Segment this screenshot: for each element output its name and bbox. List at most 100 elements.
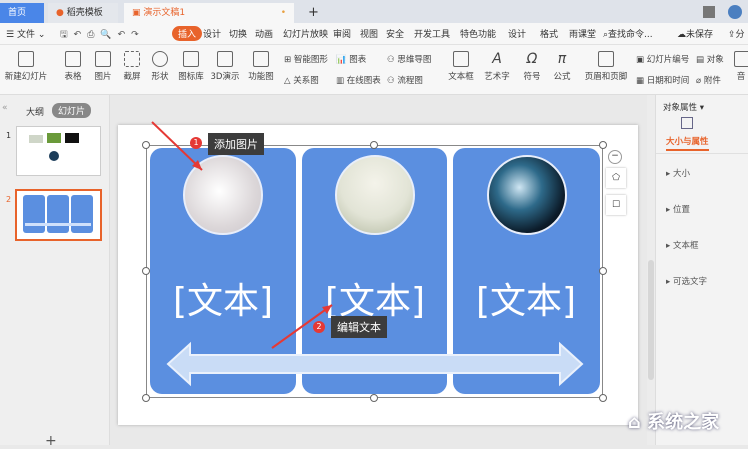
unsaved-button[interactable]: ☁未保存: [677, 27, 713, 40]
slide-thumbnail-2[interactable]: [15, 189, 102, 241]
menu-devtools[interactable]: 开发工具: [414, 27, 450, 40]
table-icon: [65, 51, 81, 67]
section-size[interactable]: ▸ 大小: [666, 167, 690, 179]
thumb-arrow: [25, 223, 91, 226]
scrollbar-thumb[interactable]: [648, 260, 654, 380]
omega-icon: Ω: [526, 51, 538, 67]
unsaved-dot-icon: •: [280, 8, 286, 18]
symbol-button[interactable]: Ω 符号: [518, 51, 546, 82]
new-tab-button[interactable]: +: [300, 3, 319, 23]
shape-style-icon[interactable]: ⬠: [606, 168, 626, 188]
callout-badge-1: 1: [190, 137, 202, 149]
datetime-label: 日期和时间: [646, 76, 690, 86]
screenshot-button[interactable]: 截屏: [119, 51, 145, 82]
wordart-button[interactable]: A 艺术字: [480, 51, 514, 82]
shape-button[interactable]: 形状: [147, 51, 173, 82]
attachment-button[interactable]: ⌀ 附件: [696, 74, 721, 86]
resize-handle[interactable]: [370, 394, 378, 402]
share-button[interactable]: ⇪分: [728, 27, 745, 40]
chart-button[interactable]: 📊 图表: [336, 53, 366, 65]
section-textbox[interactable]: ▸ 文本框: [666, 239, 698, 251]
tab-slides[interactable]: 幻灯片: [52, 103, 92, 118]
table-button[interactable]: 表格: [60, 51, 86, 82]
3d-label: 3D演示: [210, 72, 240, 82]
function-chart-label: 功能图: [248, 72, 274, 82]
share-label: 分: [735, 30, 745, 40]
smart-art-label: 智能图形: [293, 55, 328, 65]
search-command[interactable]: ⌕查找命令...: [603, 27, 653, 40]
function-chart-button[interactable]: 功能图: [244, 51, 278, 82]
new-slide-label: 新建幻灯片: [4, 72, 48, 82]
window-icon[interactable]: [703, 6, 715, 18]
tab-doc-label: 演示文稿1: [143, 8, 186, 18]
menu-slideshow[interactable]: 幻灯片放映: [283, 27, 328, 40]
section-alt-text-label: 可选文字: [672, 277, 707, 287]
menu-transition[interactable]: 切换: [229, 27, 247, 40]
menu-rain-class[interactable]: 雨课堂: [569, 27, 596, 40]
tab-home[interactable]: 首页: [0, 3, 44, 23]
callout-badge-2: 2: [313, 321, 325, 333]
formula-button[interactable]: π 公式: [548, 51, 576, 82]
new-slide-button[interactable]: 新建幻灯片: [2, 51, 50, 82]
function-chart-icon: [253, 51, 269, 67]
menu-format[interactable]: 格式: [540, 27, 558, 40]
menu-review[interactable]: 审阅: [333, 27, 351, 40]
template-icon: ●: [56, 8, 67, 18]
watermark-logo: ⌂ 系统之家: [628, 412, 720, 433]
resize-handle[interactable]: [599, 267, 607, 275]
icon-library-button[interactable]: 图标库: [176, 51, 206, 82]
tab-outline[interactable]: 大纲: [26, 105, 44, 118]
object-button[interactable]: ▤ 对象: [696, 53, 724, 65]
menu-view[interactable]: 视图: [360, 27, 378, 40]
resize-handle[interactable]: [599, 141, 607, 149]
audio-button[interactable]: 音: [734, 51, 748, 82]
menu-design[interactable]: 设计: [203, 27, 221, 40]
relation-button[interactable]: △ 关系图: [284, 74, 319, 86]
slide-number-label: 幻灯片编号: [646, 55, 690, 65]
tab-size-properties[interactable]: 大小与属性: [666, 135, 709, 151]
tab-document[interactable]: ▣ 演示文稿1 •: [124, 3, 294, 23]
file-menu[interactable]: ☰ 文件 ⌄: [6, 27, 45, 40]
collapse-icon[interactable]: «: [2, 103, 8, 113]
3d-button[interactable]: 3D演示: [208, 51, 242, 82]
ppt-icon: ▣: [132, 8, 144, 18]
section-position[interactable]: ▸ 位置: [666, 203, 690, 215]
scissors-icon: [124, 51, 140, 67]
slide-number-1: 1: [6, 131, 12, 140]
slide-panel: « 大纲 幻灯片 1 2 +: [0, 95, 110, 449]
section-alt-text[interactable]: ▸ 可选文字: [666, 275, 707, 287]
quick-access-icons[interactable]: 🖫↶⎙🔍↶↷: [60, 27, 145, 43]
section-position-label: 位置: [672, 205, 690, 215]
add-slide-icon[interactable]: +: [45, 433, 57, 449]
object-properties-title[interactable]: 对象属性 ▾: [663, 101, 704, 113]
avatar[interactable]: [728, 5, 742, 19]
tab-bar: 首页 ● 稻壳模板 ▣ 演示文稿1 • +: [0, 0, 748, 23]
datetime-button[interactable]: ▦ 日期和时间: [636, 74, 689, 86]
menu-animation[interactable]: 动画: [255, 27, 273, 40]
flowchart-button[interactable]: ⚇ 流程图: [387, 74, 423, 86]
tab-template[interactable]: ● 稻壳模板: [48, 3, 118, 23]
mindmap-label: 思维导图: [397, 55, 432, 65]
tab-template-label: 稻壳模板: [66, 8, 103, 18]
minus-icon[interactable]: −: [608, 150, 622, 164]
smart-art-button[interactable]: ⊞ 智能图形: [284, 53, 328, 65]
menu-features[interactable]: 特色功能: [460, 27, 496, 40]
mindmap-button[interactable]: ⚇ 思维导图: [387, 53, 431, 65]
resize-handle[interactable]: [142, 394, 150, 402]
menu-security[interactable]: 安全: [386, 27, 404, 40]
slide-thumbnail-1[interactable]: [16, 126, 101, 176]
fill-icon[interactable]: ☐: [606, 195, 626, 215]
online-chart-button[interactable]: ▥ 在线图表: [336, 74, 381, 86]
header-footer-button[interactable]: 页眉和页脚: [584, 51, 628, 82]
screenshot-label: 截屏: [123, 72, 141, 82]
section-size-label: 大小: [672, 169, 690, 179]
table-label: 表格: [64, 72, 82, 82]
textbox-button[interactable]: 文本框: [444, 51, 478, 82]
slide-number-button[interactable]: ▣ 幻灯片编号: [636, 53, 689, 65]
picture-button[interactable]: 图片: [90, 51, 116, 82]
thumb-panel: [71, 195, 93, 233]
vertical-scrollbar[interactable]: [647, 95, 655, 445]
header-footer-label: 页眉和页脚: [584, 72, 628, 82]
menu-insert[interactable]: 插入: [172, 26, 203, 41]
menu-design2[interactable]: 设计: [508, 27, 526, 40]
